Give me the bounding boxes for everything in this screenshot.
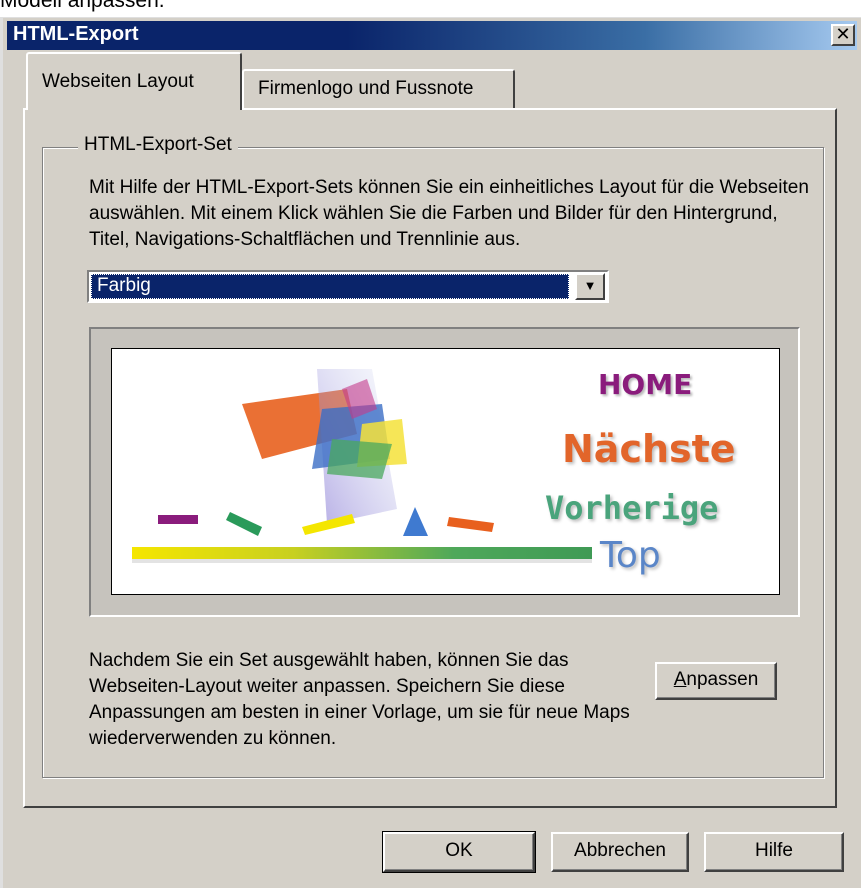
caption-text: Modell anpassen. [0,0,165,12]
help-button[interactable]: Hilfe [704,832,844,872]
divider-line [132,547,592,559]
title-bar[interactable]: HTML-Export ✕ [7,21,857,50]
abstract-logo [242,369,407,524]
ok-button[interactable]: OK [382,831,536,873]
triangle-blue [403,507,428,536]
arrow-down-icon: ▼ [583,278,597,293]
dash-orange [447,517,494,532]
adjust-label-rest: npassen [686,669,759,690]
preview-home-label: HOME [598,368,693,401]
dropdown-selected-value[interactable]: Farbig [91,274,569,299]
tab-label: Firmenlogo und Fussnote [258,78,474,99]
group-description: Mit Hilfe der HTML-Export-Sets können Si… [89,177,809,250]
dash-green [226,512,262,536]
close-button[interactable]: ✕ [831,24,855,46]
group-legend: HTML-Export-Set [78,134,238,156]
layout-preview-image: HOME Nächste Vorherige Top [111,348,780,595]
dash-purple [158,515,198,524]
window-title: HTML-Export [13,23,139,45]
preview-frame: HOME Nächste Vorherige Top [89,327,800,617]
tab-firmenlogo-fussnote[interactable]: Firmenlogo und Fussnote [242,69,515,109]
export-set-dropdown[interactable]: Farbig ▼ [87,270,609,303]
customize-note: Nachdem Sie ein Set ausgewählt haben, kö… [89,650,630,749]
tab-label: Webseiten Layout [42,71,194,92]
preview-prev-label: Vorherige [545,489,719,527]
cancel-button[interactable]: Abbrechen [551,832,689,872]
tab-webseiten-layout[interactable]: Webseiten Layout [26,52,242,110]
close-icon: ✕ [835,24,851,44]
dropdown-button[interactable]: ▼ [575,273,605,300]
adjust-button[interactable]: Anpassen [655,662,777,700]
adjust-mnemonic: A [673,669,687,690]
preview-next-label: Nächste [562,427,736,471]
preview-top-label: Top [600,535,661,576]
